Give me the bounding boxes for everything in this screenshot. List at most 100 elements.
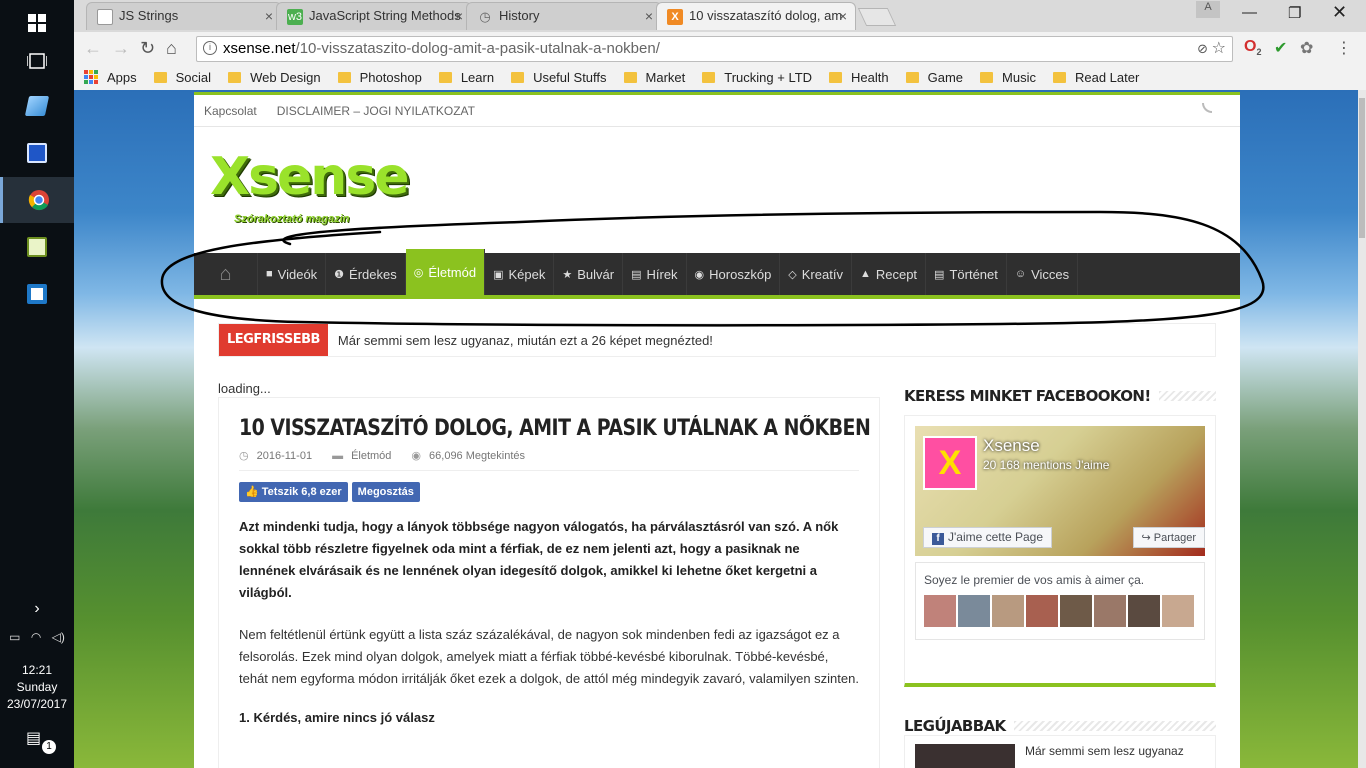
- tab-js-strings[interactable]: JS Strings ×: [86, 2, 282, 30]
- page-scrollbar[interactable]: [1358, 90, 1366, 768]
- post-thumbnail[interactable]: [915, 744, 1015, 768]
- bookmark-folder-game[interactable]: Game: [905, 70, 963, 85]
- back-arrow-icon[interactable]: ←: [84, 38, 102, 59]
- extension-puzzle-icon[interactable]: ✿: [1300, 38, 1313, 58]
- facebook-like-button[interactable]: 👍 Tetszik 6,8 ezer: [239, 482, 348, 502]
- heading-text: KERESS MINKET FACEBOOKON!: [904, 387, 1151, 405]
- rss-icon[interactable]: [1202, 103, 1212, 113]
- facebook-cover[interactable]: X Xsense 20 168 mentions J'aime f J'aime …: [915, 426, 1205, 556]
- link-kapcsolat[interactable]: Kapcsolat: [204, 104, 257, 118]
- extension-opera-icon[interactable]: O2: [1244, 38, 1261, 57]
- close-tab-icon[interactable]: ×: [455, 3, 463, 29]
- bookmark-label: Useful Stuffs: [533, 69, 607, 85]
- close-window-icon[interactable]: ✕: [1332, 2, 1347, 23]
- avatar[interactable]: [958, 595, 990, 627]
- taskbar-clock[interactable]: 12:21 Sunday 23/07/2017: [0, 662, 74, 713]
- menu-item-horoszkop[interactable]: ◉ Horoszkóp: [687, 253, 781, 295]
- bookmark-apps[interactable]: Apps: [84, 70, 137, 85]
- volume-icon[interactable]: ◁): [52, 630, 65, 644]
- avatar[interactable]: [1162, 595, 1194, 627]
- close-tab-icon[interactable]: ×: [645, 3, 653, 29]
- forward-arrow-icon[interactable]: →: [112, 38, 130, 59]
- facebook-page-name[interactable]: Xsense: [983, 436, 1040, 456]
- article-category[interactable]: Életmód: [351, 450, 391, 462]
- bookmark-folder-learn[interactable]: Learn: [438, 70, 494, 85]
- menu-item-recept[interactable]: ▲ Recept: [852, 253, 927, 295]
- menu-item-kepek[interactable]: ▣ Képek: [485, 253, 555, 295]
- bookmark-folder-market[interactable]: Market: [623, 70, 685, 85]
- taskbar-app-editor[interactable]: [0, 224, 74, 270]
- menu-item-vicces[interactable]: ☺ Vicces: [1007, 253, 1079, 295]
- heading-stripes: [1158, 391, 1216, 401]
- facebook-page-share-button[interactable]: ↪ Partager: [1132, 527, 1205, 548]
- show-hidden-icons-chevron-icon[interactable]: ›: [0, 600, 74, 618]
- minimize-icon[interactable]: —: [1242, 4, 1257, 21]
- wifi-icon[interactable]: ◠: [31, 630, 41, 644]
- address-bar[interactable]: i xsense.net/10-visszataszito-dolog-amit…: [196, 36, 1233, 62]
- home-icon[interactable]: ⌂: [166, 38, 177, 59]
- new-tab-button[interactable]: [857, 8, 897, 26]
- ticker-headline[interactable]: Már semmi sem lesz ugyanaz, miután ezt a…: [338, 333, 713, 348]
- bookmark-folder-music[interactable]: Music: [980, 70, 1036, 85]
- tab-js-string-methods[interactable]: w3 JavaScript String Methods ×: [276, 2, 472, 30]
- avatar[interactable]: [1094, 595, 1126, 627]
- taskbar-app-save[interactable]: [0, 130, 74, 176]
- browser-window: JS Strings × w3 JavaScript String Method…: [74, 0, 1366, 90]
- avatar[interactable]: [1128, 595, 1160, 627]
- reload-icon[interactable]: ↻: [140, 38, 155, 59]
- avatar[interactable]: [1060, 595, 1092, 627]
- menu-home[interactable]: ⌂: [194, 253, 258, 295]
- bookmark-folder-useful-stuffs[interactable]: Useful Stuffs: [511, 69, 607, 85]
- facebook-share-button[interactable]: Megosztás: [351, 482, 420, 502]
- taskbar-app-notepad[interactable]: [0, 83, 74, 129]
- facebook-page-like-button[interactable]: f J'aime cette Page: [923, 527, 1053, 548]
- menu-item-eletmod[interactable]: ◎ Életmód: [405, 249, 486, 295]
- chrome-menu-icon[interactable]: ⋮: [1336, 38, 1352, 58]
- close-tab-icon[interactable]: ×: [265, 3, 273, 29]
- avatar[interactable]: [992, 595, 1024, 627]
- task-view-button[interactable]: [0, 38, 74, 84]
- battery-icon[interactable]: ▭: [9, 630, 20, 644]
- menu-label: Bulvár: [577, 266, 615, 282]
- post-title[interactable]: Már semmi sem lesz ugyanaz: [1025, 744, 1184, 758]
- menu-item-videok[interactable]: ■ Videók: [258, 253, 327, 295]
- scrollbar-thumb[interactable]: [1359, 98, 1365, 238]
- menu-item-erdekes[interactable]: ❶ Érdekes: [326, 253, 406, 295]
- menu-item-hirek[interactable]: ▤ Hírek: [623, 253, 687, 295]
- site-logo[interactable]: Xsense Szórakoztató magazin: [210, 147, 410, 225]
- social-buttons: 👍 Tetszik 6,8 ezer Megosztás: [239, 482, 859, 502]
- bookmark-folder-photoshop[interactable]: Photoshop: [337, 69, 422, 85]
- site-info-icon[interactable]: i: [203, 41, 217, 55]
- cookie-blocked-icon[interactable]: ⊘: [1197, 37, 1208, 61]
- link-disclaimer[interactable]: DISCLAIMER – JOGI NYILATKOZAT: [277, 104, 475, 118]
- profile-button[interactable]: A: [1196, 1, 1220, 18]
- avatar[interactable]: [1026, 595, 1058, 627]
- avatar[interactable]: [924, 595, 956, 627]
- system-tray: › ▭ ◠ ◁): [0, 600, 74, 644]
- bookmark-folder-health[interactable]: Health: [829, 70, 889, 85]
- tab-history[interactable]: ◷ History ×: [466, 2, 662, 30]
- restore-icon[interactable]: ❐: [1288, 4, 1301, 22]
- action-center-button[interactable]: ▤ 1: [26, 728, 56, 754]
- menu-item-kreativ[interactable]: ◇ Kreatív: [780, 253, 852, 295]
- bookmark-folder-web-design[interactable]: Web Design: [228, 70, 321, 85]
- extension-check-icon[interactable]: ✔: [1274, 38, 1287, 58]
- tab-xsense-article[interactable]: X 10 visszataszító dolog, am ×: [656, 2, 856, 30]
- tab-title: History: [499, 8, 540, 23]
- folder-icon: [153, 71, 167, 83]
- bookmark-folder-trucking[interactable]: Trucking + LTD: [702, 70, 812, 85]
- newest-post[interactable]: Már semmi sem lesz ugyanaz: [904, 735, 1216, 768]
- taskbar-app-chrome[interactable]: [0, 177, 74, 223]
- bookmark-folder-social[interactable]: Social: [153, 70, 211, 85]
- facebook-profile-picture[interactable]: X: [923, 436, 977, 490]
- bookmark-label: Music: [1002, 69, 1036, 85]
- menu-item-tortenet[interactable]: ▤ Történet: [926, 253, 1007, 295]
- bookmark-star-icon[interactable]: ☆: [1212, 37, 1226, 61]
- bookmark-label: Photoshop: [359, 69, 422, 85]
- taskbar-app-store[interactable]: [0, 271, 74, 317]
- bookmark-folder-read-later[interactable]: Read Later: [1052, 70, 1139, 85]
- menu-item-bulvar[interactable]: ★ Bulvár: [554, 253, 624, 295]
- menu-label: Horoszkóp: [709, 266, 772, 282]
- folder-icon: [623, 71, 637, 83]
- close-tab-icon[interactable]: ×: [839, 3, 847, 29]
